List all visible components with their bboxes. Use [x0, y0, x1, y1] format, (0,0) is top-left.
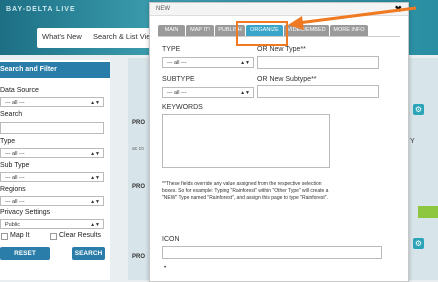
nav-whats-new[interactable]: What's New — [42, 32, 82, 41]
override-note: **These fields override any value assign… — [162, 181, 329, 201]
regions-value: --- all --- — [5, 199, 25, 205]
chevron-down-icon: ▲▼ — [240, 60, 250, 66]
type-value: --- all --- — [5, 151, 25, 157]
privacy-label: Privacy Settings — [0, 209, 51, 216]
keywords-textarea[interactable] — [162, 114, 330, 168]
search-button[interactable]: SEARCH — [72, 247, 105, 260]
type-value: --- all --- — [167, 60, 187, 66]
search-label: Search — [0, 111, 23, 118]
type-label: Type — [0, 138, 16, 145]
new-type-input[interactable] — [257, 56, 379, 69]
search-filter-panel: Search and Filter Data Source --- all --… — [0, 60, 110, 280]
chevron-down-icon: ▲▼ — [240, 90, 250, 96]
listing-snippet: Y — [410, 138, 415, 145]
keywords-label: KEYWORDS — [162, 104, 203, 111]
privacy-select[interactable]: Public ▲▼ — [0, 219, 104, 229]
subtype-select[interactable]: --- all --- ▲▼ — [0, 172, 104, 182]
nav-search-list[interactable]: Search & List View — [93, 32, 156, 41]
panel-header: Search and Filter — [0, 62, 110, 78]
gear-icon[interactable]: ⚙ — [413, 104, 424, 115]
listing-title[interactable]: PRO — [132, 120, 145, 126]
subtype-value: --- all --- — [5, 175, 25, 181]
chevron-down-icon: ▲▼ — [90, 199, 100, 205]
new-subtype-input[interactable] — [257, 85, 379, 98]
modal-title: NEW — [156, 6, 170, 12]
new-subtype-label: OR New Subtype** — [257, 76, 317, 83]
chevron-down-icon: ▲▼ — [90, 175, 100, 181]
reset-listings-button[interactable]: RESET LISTINGS — [0, 247, 50, 270]
chevron-down-icon: ▲▼ — [90, 151, 100, 157]
new-type-label: OR New Type** — [257, 46, 306, 53]
listing-title[interactable]: PRO — [132, 254, 145, 260]
tab-map-it[interactable]: MAP IT! — [186, 25, 214, 36]
subtype-label: SUBTYPE — [162, 76, 195, 83]
regions-select[interactable]: --- all --- ▲▼ — [0, 196, 104, 206]
type-select[interactable]: --- all --- ▲▼ — [162, 57, 254, 68]
type-label: TYPE — [162, 46, 181, 53]
tab-main[interactable]: MAIN — [158, 25, 185, 36]
clear-results-label: Clear Results — [59, 232, 102, 239]
top-nav: What's New Search & List View — [37, 28, 157, 48]
pointer-arrow-icon — [288, 6, 417, 30]
brand-logo[interactable]: BAY-DELTA LIVE — [6, 6, 76, 13]
chevron-down-icon: ▲▼ — [90, 100, 100, 106]
listing-title[interactable]: PRO — [132, 184, 145, 190]
subtype-value: --- all --- — [167, 90, 187, 96]
icon-label: ICON — [162, 236, 180, 243]
privacy-value: Public — [5, 222, 20, 228]
data-source-value: --- all --- — [5, 100, 25, 106]
listing-action-button[interactable] — [418, 206, 438, 218]
data-source-label: Data Source — [0, 87, 39, 94]
search-input[interactable] — [0, 122, 104, 134]
clear-results-checkbox[interactable] — [50, 233, 57, 240]
listing-snippet: ac co — [132, 146, 144, 152]
icon-dot: • — [164, 265, 167, 271]
data-source-select[interactable]: --- all --- ▲▼ — [0, 97, 104, 107]
map-it-label: Map It — [10, 232, 30, 239]
type-select[interactable]: --- all --- ▲▼ — [0, 148, 104, 158]
gear-icon[interactable]: ⚙ — [413, 238, 424, 249]
tab-highlight-box — [236, 21, 288, 46]
chevron-down-icon: ▲▼ — [90, 222, 100, 228]
subtype-label: Sub Type — [0, 162, 30, 169]
map-it-checkbox[interactable] — [1, 233, 8, 240]
icon-input[interactable] — [162, 246, 382, 259]
regions-label: Regions — [0, 186, 26, 193]
subtype-select[interactable]: --- all --- ▲▼ — [162, 87, 254, 98]
